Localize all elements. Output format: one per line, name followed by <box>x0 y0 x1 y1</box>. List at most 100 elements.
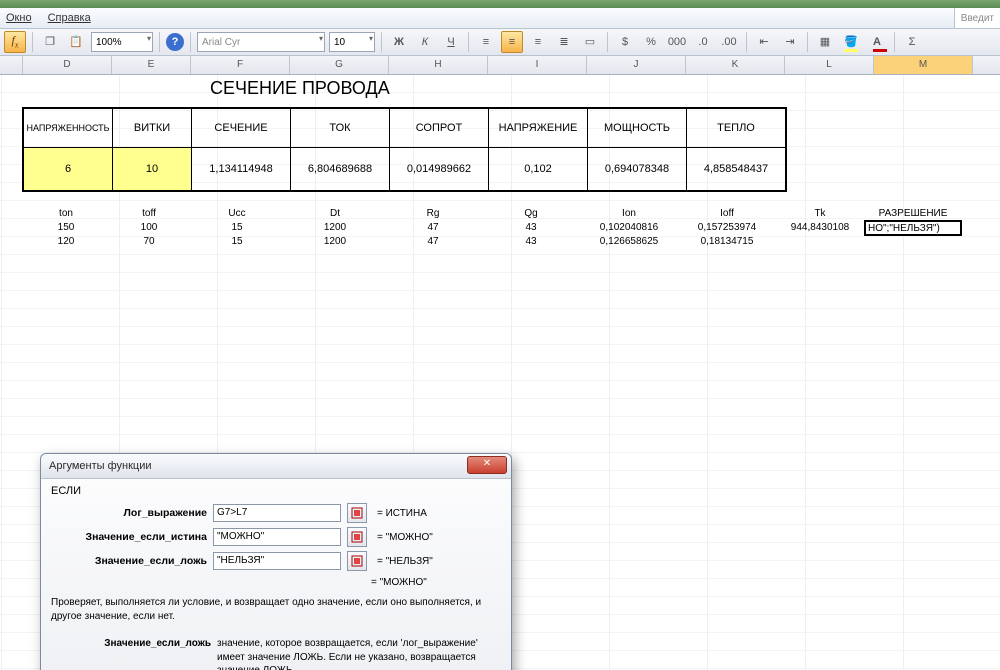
fill-color-icon[interactable]: 🪣 <box>840 31 862 53</box>
font-size-combo[interactable]: 10 <box>329 32 375 52</box>
font-color-icon[interactable]: A <box>866 31 888 53</box>
td-g[interactable]: 6,804689688 <box>291 148 390 190</box>
r1-f[interactable]: 15 <box>188 221 286 235</box>
sh-dt: Dt <box>286 207 384 221</box>
sh-rg: Rg <box>384 207 482 221</box>
autosum-icon[interactable]: Σ <box>901 31 923 53</box>
align-right-icon[interactable]: ≡ <box>527 31 549 53</box>
percent-icon[interactable]: % <box>640 31 662 53</box>
paste-icon[interactable]: 📋 <box>65 31 87 53</box>
r1-e[interactable]: 100 <box>110 221 188 235</box>
arg2-input[interactable]: "НЕЛЬЗЯ" <box>213 552 341 570</box>
comma-icon[interactable]: 000 <box>666 31 688 53</box>
toolbar-separator <box>894 32 895 52</box>
th-h: СОПРОТ <box>390 109 489 148</box>
td-d[interactable]: 6 <box>24 148 113 190</box>
sh-ion: Ion <box>580 207 678 221</box>
arg2-eval: = "НЕЛЬЗЯ" <box>377 556 433 567</box>
td-h[interactable]: 0,014989662 <box>390 148 489 190</box>
r1-h[interactable]: 47 <box>384 221 482 235</box>
td-f[interactable]: 1,134114948 <box>192 148 291 190</box>
col-header-M[interactable]: M <box>874 56 973 74</box>
font-size-value: 10 <box>334 37 345 48</box>
active-cell-m13[interactable]: НО";"НЕЛЬЗЯ") <box>864 220 962 236</box>
r1-g[interactable]: 1200 <box>286 221 384 235</box>
th-i: НАПРЯЖЕНИЕ <box>489 109 588 148</box>
col-header-H[interactable]: H <box>389 56 488 74</box>
col-header-G[interactable]: G <box>290 56 389 74</box>
toolbar: fx ❐ 📋 100% ? Arial Cyr 10 Ж К Ч ≡ ≡ ≡ ≣… <box>0 29 1000 56</box>
menu-window[interactable]: Окно <box>6 12 32 24</box>
r1-d[interactable]: 150 <box>22 221 110 235</box>
toolbar-separator <box>190 32 191 52</box>
underline-button[interactable]: Ч <box>440 31 462 53</box>
r1-l[interactable]: 944,8430108 <box>776 221 864 235</box>
menu-help[interactable]: Справка <box>48 12 91 24</box>
help-search-hint[interactable]: Введит <box>954 8 1000 28</box>
r2-h[interactable]: 47 <box>384 235 482 249</box>
arg1-label: Значение_если_истина <box>51 531 207 543</box>
th-g: ТОК <box>291 109 390 148</box>
arg1-range-picker-icon[interactable] <box>347 527 367 547</box>
col-header-K[interactable]: K <box>686 56 785 74</box>
dialog-close-button[interactable]: ✕ <box>467 456 507 474</box>
r1-i[interactable]: 43 <box>482 221 580 235</box>
table-header-row: НАПРЯЖЕННОСТЬ ВИТКИ СЕЧЕНИЕ ТОК СОПРОТ Н… <box>24 109 785 148</box>
increase-indent-icon[interactable]: ⇥ <box>779 31 801 53</box>
r1-k[interactable]: 0,157253974 <box>678 221 776 235</box>
arg2-label: Значение_если_ложь <box>51 555 207 567</box>
r1-j[interactable]: 0,102040816 <box>580 221 678 235</box>
menu-bar: Окно Справка Введит <box>0 8 1000 29</box>
copy-icon[interactable]: ❐ <box>39 31 61 53</box>
dialog-title[interactable]: Аргументы функции ✕ <box>41 454 511 479</box>
font-name-combo[interactable]: Arial Cyr <box>197 32 325 52</box>
sh-ioff: Ioff <box>678 207 776 221</box>
col-header-I[interactable]: I <box>488 56 587 74</box>
align-center-icon[interactable]: ≡ <box>501 31 523 53</box>
zoom-value: 100% <box>96 37 122 48</box>
sh-res: РАЗРЕШЕНИЕ <box>864 207 962 221</box>
col-header-J[interactable]: J <box>587 56 686 74</box>
td-k[interactable]: 4,858548437 <box>687 148 785 190</box>
spreadsheet-grid[interactable]: СЕЧЕНИЕ ПРОВОДА НАПРЯЖЕННОСТЬ ВИТКИ СЕЧЕ… <box>0 75 1000 670</box>
zoom-combo[interactable]: 100% <box>91 32 153 52</box>
arg0-eval: = ИСТИНА <box>377 508 427 519</box>
merge-cells-icon[interactable]: ▭ <box>579 31 601 53</box>
r2-k[interactable]: 0,18134715 <box>678 235 776 249</box>
toolbar-separator <box>807 32 808 52</box>
r2-j[interactable]: 0,126658625 <box>580 235 678 249</box>
borders-icon[interactable]: ▦ <box>814 31 836 53</box>
arg1-input[interactable]: "МОЖНО" <box>213 528 341 546</box>
italic-button[interactable]: К <box>414 31 436 53</box>
r2-e[interactable]: 70 <box>110 235 188 249</box>
align-justify-icon[interactable]: ≣ <box>553 31 575 53</box>
toolbar-separator <box>468 32 469 52</box>
r2-d[interactable]: 120 <box>22 235 110 249</box>
arg2-range-picker-icon[interactable] <box>347 551 367 571</box>
col-header-E[interactable]: E <box>112 56 191 74</box>
td-i[interactable]: 0,102 <box>489 148 588 190</box>
toolbar-separator <box>746 32 747 52</box>
td-j[interactable]: 0,694078348 <box>588 148 687 190</box>
r2-g[interactable]: 1200 <box>286 235 384 249</box>
decrease-indent-icon[interactable]: ⇤ <box>753 31 775 53</box>
select-all-corner[interactable] <box>0 56 23 74</box>
col-header-F[interactable]: F <box>191 56 290 74</box>
currency-icon[interactable]: $ <box>614 31 636 53</box>
r2-i[interactable]: 43 <box>482 235 580 249</box>
col-header-L[interactable]: L <box>785 56 874 74</box>
td-e[interactable]: 10 <box>113 148 192 190</box>
arg-desc-key: Значение_если_ложь <box>51 637 217 670</box>
arg0-range-picker-icon[interactable] <box>347 503 367 523</box>
fx-button[interactable]: fx <box>4 31 26 53</box>
col-header-D[interactable]: D <box>23 56 112 74</box>
function-description: Проверяет, выполняется ли условие, и воз… <box>51 596 501 623</box>
arg0-label: Лог_выражение <box>51 507 207 519</box>
arg0-input[interactable]: G7>L7 <box>213 504 341 522</box>
help-icon[interactable]: ? <box>166 33 184 51</box>
bold-button[interactable]: Ж <box>388 31 410 53</box>
decrease-decimal-icon[interactable]: .0 <box>692 31 714 53</box>
r2-f[interactable]: 15 <box>188 235 286 249</box>
increase-decimal-icon[interactable]: .00 <box>718 31 740 53</box>
align-left-icon[interactable]: ≡ <box>475 31 497 53</box>
